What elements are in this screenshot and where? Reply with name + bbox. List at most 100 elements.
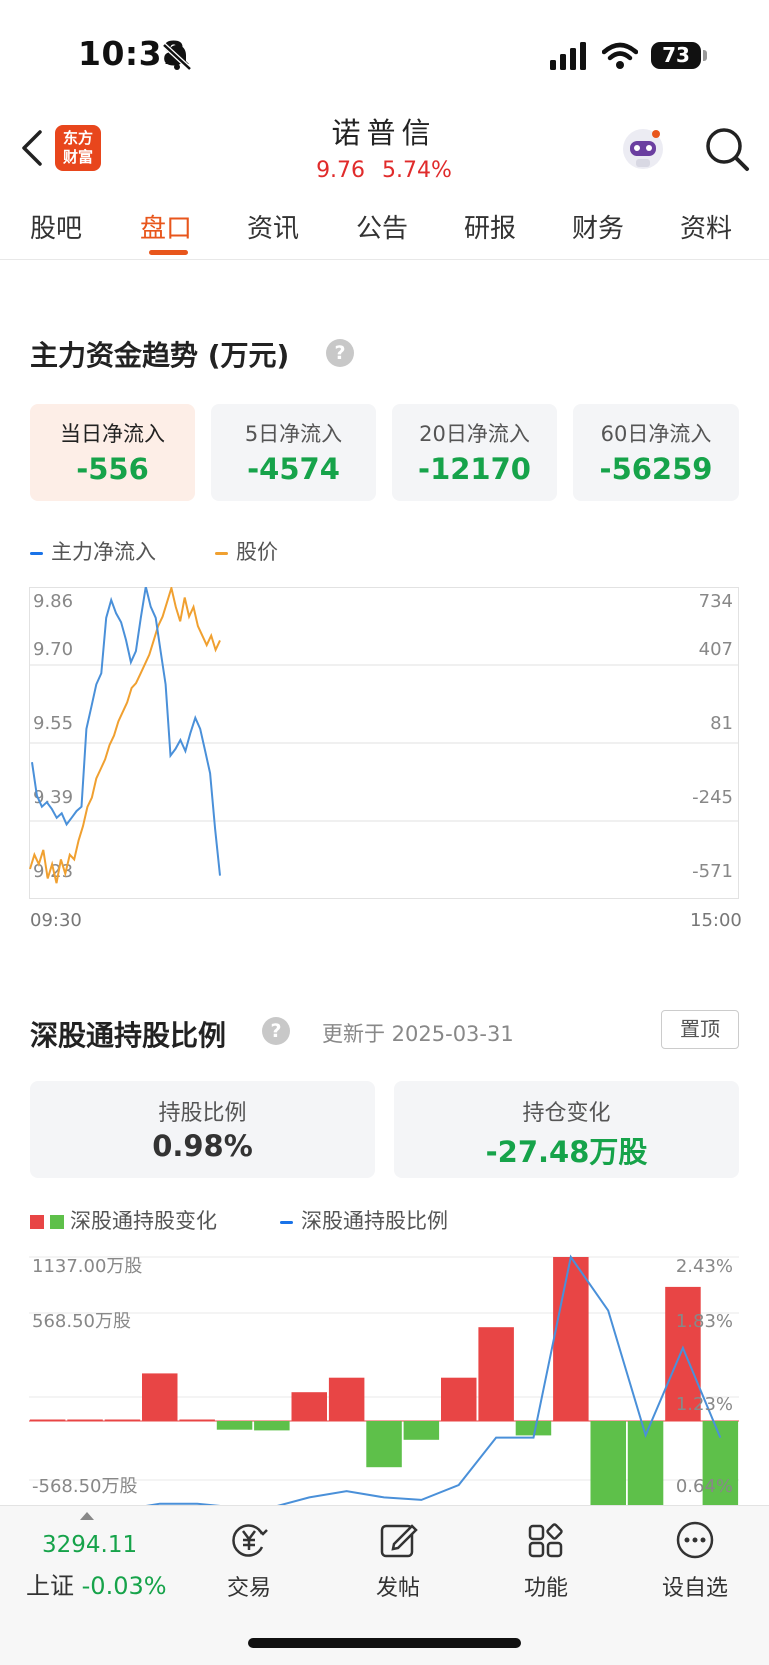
nav-label: 发帖	[375, 1576, 420, 1601]
holding-change-bar	[291, 1392, 327, 1421]
index-value[interactable]: 3294.11	[42, 1532, 137, 1558]
holding-change-bar	[366, 1421, 402, 1468]
card-today-inflow[interactable]: 当日净流入 -556	[30, 404, 195, 501]
nav-post[interactable]: 发帖	[343, 1520, 453, 1602]
nav-functions[interactable]: 功能	[491, 1520, 601, 1602]
stock-price: 9.76	[316, 158, 366, 183]
tab-announcements[interactable]: 公告	[356, 208, 408, 245]
legend-swatch-blue	[280, 1220, 293, 1224]
card-label: 当日净流入	[60, 422, 165, 446]
card-value: -556	[76, 452, 149, 486]
right-axis-tick: 2.43%	[676, 1256, 733, 1277]
card-label: 持仓变化	[522, 1101, 611, 1126]
legend-main-inflow: 主力净流入	[30, 536, 156, 566]
sz-connect-title: 深股通持股比例	[30, 1019, 227, 1052]
functions-grid-icon	[528, 1523, 563, 1558]
x-axis-start-label: 09:30	[30, 910, 82, 931]
card-label: 20日净流入	[419, 422, 530, 446]
card-label: 持股比例	[158, 1101, 247, 1126]
left-axis-tick: 1137.00万股	[32, 1256, 142, 1277]
edit-post-icon	[380, 1524, 418, 1558]
battery-tip	[703, 50, 707, 61]
left-axis-tick: 9.55	[33, 713, 73, 734]
left-axis-tick: 9.39	[33, 787, 73, 808]
card-value: -4574	[247, 452, 340, 486]
robot-assistant-icon[interactable]	[620, 126, 666, 172]
right-axis-tick: -571	[692, 861, 733, 882]
holding-change-bar	[142, 1373, 178, 1421]
pin-top-button[interactable]: 置顶	[661, 1010, 739, 1049]
eastmoney-logo[interactable]: 东方财富	[55, 125, 101, 171]
right-axis-tick: 1.83%	[676, 1311, 733, 1332]
legend-label: 主力净流入	[51, 540, 156, 564]
tab-news[interactable]: 资讯	[247, 208, 299, 245]
logo-text: 东方财富	[62, 129, 93, 166]
card-20day-inflow[interactable]: 20日净流入 -12170	[392, 404, 557, 501]
stock-name: 诺普信	[331, 116, 437, 150]
more-dots-icon	[676, 1521, 714, 1559]
holding-change-bar	[29, 1419, 66, 1421]
help-icon[interactable]: ?	[326, 339, 354, 367]
wifi-icon	[602, 42, 638, 69]
holding-change-bar	[478, 1327, 514, 1421]
legend-swatch-green	[50, 1215, 64, 1229]
fund-trend-chart: 9.869.709.559.399.23 73440781-245-571	[29, 587, 739, 899]
holding-change-bar	[254, 1421, 290, 1431]
holding-change-bar	[179, 1419, 215, 1421]
right-axis-tick: -245	[692, 787, 733, 808]
legend-label: 股价	[236, 540, 278, 564]
fund-trend-title: 主力资金趋势 (万元)	[30, 339, 290, 372]
home-indicator	[248, 1638, 521, 1648]
back-arrow-icon[interactable]	[18, 128, 44, 168]
card-value: -27.48万股	[485, 1135, 648, 1169]
right-axis-tick: 0.64%	[676, 1476, 733, 1497]
legend-price: 股价	[215, 536, 278, 566]
index-quote[interactable]: 上证 -0.03%	[26, 1566, 167, 1601]
update-date: 更新于 2025-03-31	[322, 1022, 514, 1046]
legend-label: 深股通持股变化	[70, 1209, 217, 1233]
tab-guba[interactable]: 股吧	[30, 208, 82, 245]
trade-yen-icon	[232, 1524, 268, 1557]
index-change: -0.03%	[81, 1572, 167, 1600]
card-value: -12170	[418, 452, 531, 486]
nav-add-watchlist[interactable]: 设自选	[640, 1520, 750, 1602]
active-tab-indicator	[149, 250, 188, 255]
legend-holding-ratio: 深股通持股比例	[280, 1205, 448, 1235]
nav-trade[interactable]: 交易	[194, 1520, 304, 1602]
holding-change-bar	[553, 1257, 589, 1421]
legend-holding-change: 深股通持股变化	[30, 1205, 217, 1235]
tab-finance[interactable]: 财务	[572, 208, 624, 245]
nav-label: 交易	[226, 1576, 271, 1601]
help-icon[interactable]: ?	[262, 1017, 290, 1045]
tab-profile[interactable]: 资料	[680, 208, 732, 245]
expand-up-icon[interactable]	[80, 1512, 94, 1520]
holding-change-bar	[216, 1421, 253, 1430]
search-icon[interactable]	[704, 126, 750, 172]
left-axis-tick: -568.50万股	[32, 1476, 137, 1497]
holding-change-bar	[441, 1377, 477, 1421]
card-60day-inflow[interactable]: 60日净流入 -56259	[573, 404, 739, 501]
legend-swatch-red	[30, 1215, 44, 1229]
right-axis-tick: 407	[699, 639, 733, 660]
stock-change-pct: 5.74%	[382, 158, 452, 183]
right-axis-tick: 734	[699, 591, 733, 612]
stock-price-line: 9.76 5.74%	[234, 158, 534, 183]
tab-pankou[interactable]: 盘口	[140, 208, 192, 245]
holding-change-bar	[104, 1419, 141, 1421]
card-value: 0.98%	[152, 1129, 253, 1163]
holding-change-card: 持仓变化 -27.48万股	[394, 1081, 739, 1178]
mute-bell-icon	[162, 43, 192, 71]
card-value: -56259	[599, 452, 713, 486]
x-axis-end-label: 15:00	[690, 910, 742, 931]
holding-change-bar	[328, 1377, 365, 1421]
holding-ratio-card: 持股比例 0.98%	[30, 1081, 375, 1178]
right-axis-tick: 81	[710, 713, 733, 734]
left-axis-tick: 9.70	[33, 639, 73, 660]
nav-label: 设自选	[661, 1576, 728, 1601]
card-label: 5日净流入	[244, 422, 343, 446]
tab-bar: 股吧 盘口 资讯 公告 研报 财务 资料	[0, 190, 769, 260]
nav-label: 功能	[523, 1576, 568, 1601]
tab-research[interactable]: 研报	[464, 208, 516, 245]
right-axis-tick: 1.23%	[676, 1394, 733, 1415]
card-5day-inflow[interactable]: 5日净流入 -4574	[211, 404, 376, 501]
